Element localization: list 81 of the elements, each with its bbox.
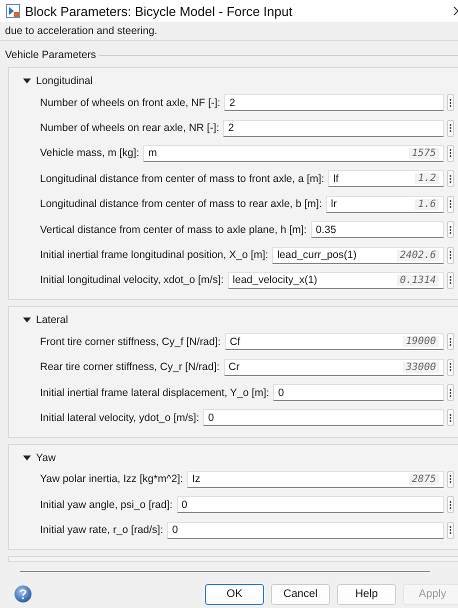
- parameter-field[interactable]: lead_curr_pos(1) 2402.6: [272, 246, 444, 264]
- dialog-button[interactable]: OK: [205, 584, 264, 605]
- vertical-dots-icon: [449, 362, 452, 372]
- more-options-button[interactable]: [447, 470, 454, 488]
- vertical-dots-icon: [449, 148, 452, 158]
- more-options-button[interactable]: [447, 94, 454, 112]
- evaluated-value: 33000: [402, 362, 439, 373]
- expand-triangle-icon: [23, 454, 31, 462]
- parameter-label: Initial inertial frame lateral displacement, Y_o [m]:: [40, 386, 270, 399]
- vertical-dots-icon: [449, 336, 452, 347]
- parameter-label: Initial yaw angle, psi_o [rad]:: [40, 498, 172, 511]
- parameter-label: Initial yaw rate, r_o [rad/s]:: [40, 524, 164, 536]
- parameter-label: Yaw polar inertia, Izz [kg*m^2]:: [40, 473, 184, 486]
- dialog-button[interactable]: Cancel: [271, 584, 330, 605]
- evaluated-value: 2402.6: [396, 250, 439, 261]
- parameter-field[interactable]: 0: [273, 384, 444, 402]
- more-options-button[interactable]: [447, 221, 454, 238]
- parameter-label: Vertical distance from center of mass to axle plane, h [m]:: [40, 224, 307, 236]
- vertical-dots-icon: [449, 525, 452, 536]
- parameter-label: Rear tire corner stiffness, Cy_r [N/rad]:: [40, 361, 220, 374]
- more-options-button[interactable]: [447, 496, 454, 514]
- more-options-button[interactable]: [447, 272, 454, 289]
- evaluated-value: 1.2: [414, 173, 439, 184]
- parameter-field[interactable]: 2: [224, 94, 444, 112]
- window-title: Block Parameters: Bicycle Model - Force Input: [25, 4, 292, 18]
- vertical-dots-icon: [449, 174, 452, 184]
- parameter-field[interactable]: m 1575: [143, 144, 444, 162]
- vertical-dots-icon: [449, 500, 452, 510]
- section-header[interactable]: Yaw: [9, 448, 458, 467]
- parameter-field[interactable]: lead_velocity_x(1) 0.1314: [228, 272, 444, 289]
- expand-triangle-icon: [23, 77, 31, 85]
- vertical-dots-icon: [449, 412, 452, 423]
- more-options-button[interactable]: [447, 170, 454, 188]
- parameter-field[interactable]: Iz 2875: [187, 470, 444, 488]
- parameter-field[interactable]: 0: [167, 522, 444, 539]
- dialog-button[interactable]: Help: [337, 584, 396, 605]
- more-options-button[interactable]: [447, 120, 454, 137]
- section-header[interactable]: Longitudinal: [9, 72, 458, 90]
- evaluated-value: 19000: [402, 336, 439, 348]
- block-icon: [6, 4, 20, 18]
- more-options-button[interactable]: [447, 409, 454, 426]
- parameter-label: Initial lateral velocity, ydot_o [m/s]:: [40, 412, 200, 424]
- evaluated-value: 1.6: [414, 198, 439, 210]
- vertical-dots-icon: [449, 199, 452, 210]
- vertical-dots-icon: [449, 123, 452, 134]
- group-title: Vehicle Parameters: [5, 49, 96, 61]
- evaluated-value: 0.1314: [396, 274, 439, 286]
- vertical-dots-icon: [449, 224, 452, 235]
- vertical-dots-icon: [449, 275, 452, 286]
- more-options-button[interactable]: [447, 333, 454, 350]
- parameter-label: Initial longitudinal velocity, xdot_o [m/s]:: [40, 274, 224, 286]
- parameter-field[interactable]: 2: [223, 120, 444, 137]
- parameter-label: Vehicle mass, m [kg]:: [40, 147, 140, 160]
- more-options-button[interactable]: [447, 384, 454, 402]
- evaluated-value: 2875: [408, 474, 439, 485]
- evaluated-value: 1575: [408, 148, 439, 159]
- more-options-button[interactable]: [447, 522, 454, 539]
- vertical-dots-icon: [449, 98, 452, 108]
- parameter-label: Number of wheels on front axle, NF [-]:: [40, 96, 220, 109]
- parameter-label: Number of wheels on rear axle, NR [-]:: [40, 122, 220, 134]
- parameter-label: Longitudinal distance from center of mass to rear axle, b [m]:: [40, 198, 322, 210]
- parameter-field[interactable]: 0.35: [310, 221, 444, 238]
- parameter-field[interactable]: Cr 33000: [224, 358, 444, 376]
- help-icon[interactable]: [14, 585, 32, 604]
- parameter-label: Initial inertial frame longitudinal position, X_o [m]:: [40, 249, 268, 262]
- section-header[interactable]: Lateral: [9, 311, 458, 330]
- parameter-label: Front tire corner stiffness, Cy_f [N/rad]:: [40, 336, 221, 348]
- more-options-button[interactable]: [447, 358, 454, 376]
- parameter-field[interactable]: 0: [176, 496, 444, 514]
- parameter-field[interactable]: Cf 19000: [224, 333, 444, 350]
- expand-triangle-icon: [23, 316, 31, 324]
- parameter-field[interactable]: 0: [203, 409, 444, 426]
- parameter-label: Longitudinal distance from center of mass to front axle, a [m]:: [40, 172, 324, 185]
- vertical-dots-icon: [449, 388, 452, 398]
- more-options-button[interactable]: [447, 196, 454, 213]
- parameter-field[interactable]: lf 1.2: [328, 170, 444, 188]
- vertical-dots-icon: [449, 474, 452, 484]
- more-options-button[interactable]: [447, 246, 454, 264]
- parameter-field[interactable]: lr 1.6: [326, 196, 444, 213]
- vertical-dots-icon: [449, 250, 452, 260]
- more-options-button[interactable]: [447, 144, 454, 162]
